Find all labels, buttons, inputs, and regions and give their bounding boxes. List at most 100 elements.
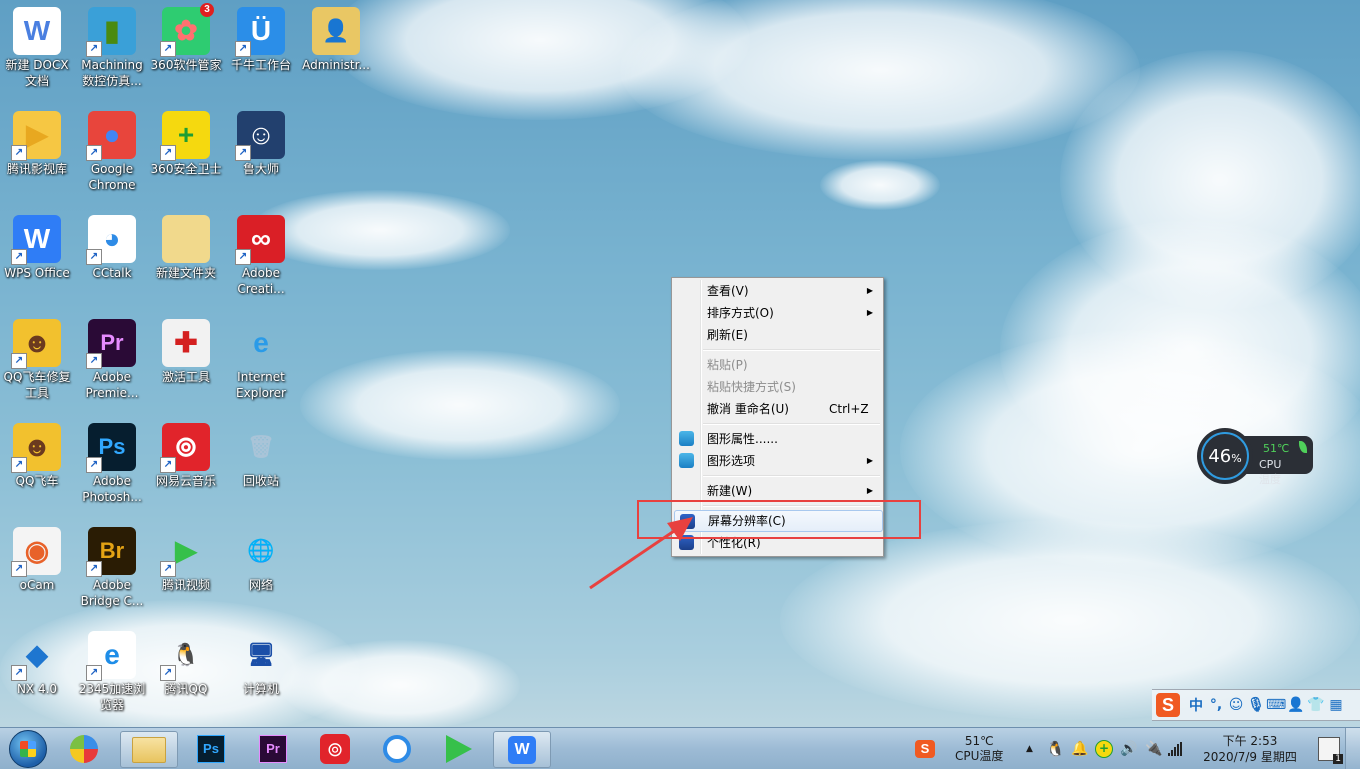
menu-separator: [703, 475, 880, 477]
qq-tray-icon[interactable]: 🐧: [1046, 728, 1065, 769]
toolbox-icon[interactable]: ▦: [1326, 697, 1346, 713]
desktop-icon[interactable]: e Internet Explorer: [224, 316, 298, 401]
desktop-icon-label: 计算机: [242, 682, 279, 696]
folder-icon: [132, 736, 166, 763]
clock[interactable]: 下午 2:53 2020/7/9 星期四: [1200, 728, 1300, 769]
keyboard-icon[interactable]: ⌨: [1266, 697, 1286, 713]
menu-item[interactable]: 图形属性......: [674, 428, 881, 450]
network-signal-icon[interactable]: [1168, 728, 1182, 769]
desktop-icon[interactable]: 🖥 计算机: [224, 628, 298, 697]
shortcut-arrow-icon: ↗: [160, 561, 176, 577]
power-icon[interactable]: 🔌: [1145, 728, 1162, 769]
premiere-icon: Pr: [259, 734, 287, 763]
sogou-logo-icon[interactable]: S: [1156, 693, 1180, 717]
ime-punct-toggle[interactable]: °,: [1206, 697, 1226, 713]
taskbar-app-360[interactable]: [56, 731, 112, 766]
desktop-icon[interactable]: ∞ ↗ Adobe Creati...: [224, 212, 298, 297]
menu-item-label: 新建(W): [707, 484, 753, 498]
menu-item[interactable]: 撤消 重命名(U) Ctrl+Z: [674, 398, 881, 420]
photoshop-icon: Ps: [197, 734, 225, 763]
desktop-icon[interactable]: 🌐 网络: [224, 524, 298, 593]
shortcut-arrow-icon: ↗: [86, 457, 102, 473]
start-button[interactable]: [0, 729, 56, 768]
menu-item[interactable]: 图形选项 ▶: [674, 450, 881, 472]
desktop-icon[interactable]: Ü ↗ 千牛工作台: [224, 4, 298, 73]
desktop-icon[interactable]: ▶ ↗ 腾讯影视库: [0, 108, 74, 177]
annotation-arrow: [589, 517, 693, 590]
desktop-icon[interactable]: ⊚ ↗ 网易云音乐: [149, 420, 223, 489]
show-hidden-icons-button[interactable]: ▲: [1026, 728, 1033, 769]
tencent-video-library-icon: ▶ ↗: [11, 111, 61, 161]
ocam-icon: ◉ ↗: [11, 527, 61, 577]
desktop-icon-label: 激活工具: [161, 370, 210, 384]
taskbar-wps[interactable]: W: [493, 731, 551, 768]
desktop-icon[interactable]: ◕ ↗ CCtalk: [75, 212, 149, 281]
qq-speed-repair-icon: ☻ ↗: [11, 319, 61, 369]
tencent-video-icon: ▶ ↗: [160, 527, 210, 577]
desktop-icon[interactable]: Pr ↗ Adobe Premie...: [75, 316, 149, 401]
cctalk-icon: ◕ ↗: [86, 215, 136, 265]
action-center-button[interactable]: 1: [1318, 728, 1343, 769]
desktop-icon[interactable]: ☺ ↗ 鲁大师: [224, 108, 298, 177]
badge-count: 3: [200, 3, 214, 17]
desktop-icon[interactable]: e ↗ 2345加速浏 览器: [75, 628, 149, 713]
cpu-temp-label: CPU温度: [1259, 458, 1282, 486]
desktop-icon[interactable]: 🗑 回收站: [224, 420, 298, 489]
shortcut-arrow-icon: ↗: [235, 249, 251, 265]
taskbar-photoshop[interactable]: Ps: [183, 731, 239, 766]
desktop-icon-label: Adobe Creati...: [237, 266, 285, 296]
desktop-icon[interactable]: ☻ ↗ QQ飞车: [0, 420, 74, 489]
desktop-icon-label: Machining 数控仿真...: [81, 58, 143, 88]
desktop-icon-label: 网络: [248, 578, 273, 592]
desktop-icon[interactable]: ● ↗ Google Chrome: [75, 108, 149, 193]
user-card-icon[interactable]: 👤: [1286, 697, 1306, 713]
microphone-icon[interactable]: 🎙: [1246, 697, 1266, 713]
taskbar-tencent-video[interactable]: [431, 731, 487, 766]
desktop-icon[interactable]: ◆ ↗ NX 4.0: [0, 628, 74, 697]
taskbar-netease-music[interactable]: ⊚: [307, 731, 363, 766]
360-tray-icon[interactable]: +: [1095, 728, 1113, 769]
desktop-icon[interactable]: 🐧 ↗ 腾讯QQ: [149, 628, 223, 697]
internet-explorer-icon: e: [253, 327, 269, 358]
menu-item-label: 刷新(E): [707, 328, 748, 342]
desktop-icon[interactable]: ▮ ↗ Machining 数控仿真...: [75, 4, 149, 89]
tray-cpu-temp[interactable]: 51℃ CPU温度: [955, 728, 1003, 769]
menu-item[interactable]: 排序方式(O) ▶: [674, 302, 881, 324]
volume-icon[interactable]: 🔊: [1120, 728, 1137, 769]
desktop-icon[interactable]: ✿ 3 ↗ 360软件管家: [149, 3, 223, 73]
notification-count: 1: [1333, 753, 1343, 764]
menu-item[interactable]: 刷新(E): [674, 324, 881, 346]
desktop-icon[interactable]: ✚ 激活工具: [149, 316, 223, 385]
taskbar-premiere[interactable]: Pr: [245, 731, 301, 766]
desktop-icon[interactable]: ▶ ↗ 腾讯视频: [149, 524, 223, 593]
shortcut-arrow-icon: ↗: [11, 249, 27, 265]
taskbar-cctalk[interactable]: [369, 731, 425, 766]
ime-toolbar: S 中 °, ☺ 🎙 ⌨ 👤 👕 ▦: [1152, 689, 1360, 721]
desktop-icon-label: Adobe Bridge C...: [80, 578, 144, 608]
ime-mode-toggle[interactable]: 中: [1186, 695, 1206, 715]
tencent-video-icon: [446, 734, 472, 763]
menu-item-label: 排序方式(O): [707, 306, 774, 320]
sogou-tray-icon[interactable]: S: [915, 728, 935, 769]
menu-item[interactable]: 查看(V) ▶: [674, 280, 881, 302]
desktop-icon[interactable]: Br ↗ Adobe Bridge C...: [75, 524, 149, 609]
skin-icon[interactable]: 👕: [1306, 697, 1326, 713]
emoji-icon[interactable]: ☺: [1226, 697, 1246, 713]
menu-item[interactable]: 新建(W) ▶: [674, 480, 881, 502]
desktop-icon[interactable]: ☻ ↗ QQ飞车修复 工具: [0, 316, 74, 401]
wps-office-icon: W ↗: [11, 215, 61, 265]
graphics-properties-icon: [679, 431, 694, 446]
menu-item-label: 查看(V): [707, 284, 749, 298]
shortcut-arrow-icon: ↗: [11, 561, 27, 577]
notification-bell-icon[interactable]: 🔔: [1071, 728, 1088, 769]
desktop-icon[interactable]: ◉ ↗ oCam: [0, 524, 74, 593]
desktop-icon[interactable]: + ↗ 360安全卫士: [149, 108, 223, 177]
desktop-icon[interactable]: Ps ↗ Adobe Photosh...: [75, 420, 149, 505]
recycle-bin-icon: 🗑: [247, 434, 275, 459]
desktop-icon[interactable]: 新建文件夹: [149, 212, 223, 281]
desktop-icon[interactable]: W 新建 DOCX 文档: [0, 4, 74, 89]
desktop-icon[interactable]: 👤 Administr...: [299, 4, 373, 73]
show-desktop-button[interactable]: [1345, 728, 1360, 769]
desktop-icon[interactable]: W ↗ WPS Office: [0, 212, 74, 281]
taskbar-explorer[interactable]: [120, 731, 178, 768]
